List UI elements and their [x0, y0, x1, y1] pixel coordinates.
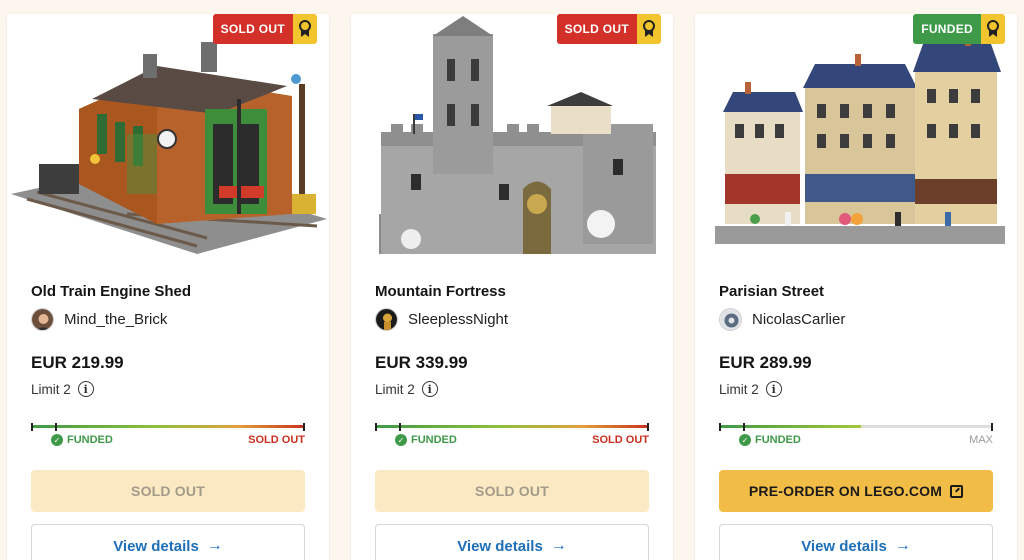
- creator[interactable]: SleeplessNight: [375, 308, 508, 331]
- limit-label: Limit 2: [375, 381, 415, 397]
- product-image[interactable]: [7, 14, 329, 259]
- product-card: SOLD OUT Mountain Fortress SleeplessNigh…: [351, 14, 673, 560]
- badge-label: SOLD OUT: [212, 14, 293, 44]
- progress-funded-tick: [55, 423, 57, 431]
- details-label: View details: [801, 537, 887, 555]
- action-label: PRE-ORDER ON LEGO.COM: [748, 483, 943, 499]
- progress-end-tick: [647, 423, 649, 431]
- sold-out-label: SOLD OUT: [248, 434, 305, 446]
- external-link-icon: [950, 484, 964, 498]
- sold-out-label: SOLD OUT: [592, 434, 649, 446]
- creator-name: SleeplessNight: [408, 311, 509, 328]
- price: EUR 289.99: [719, 353, 812, 372]
- view-details-button[interactable]: View details →: [31, 524, 305, 560]
- status-badge: SOLD OUT: [556, 14, 661, 44]
- status-badge: FUNDED: [913, 14, 1005, 44]
- details-label: View details: [113, 537, 199, 555]
- funding-progress-bar: [31, 423, 305, 431]
- creator-name: Mind_the_Brick: [64, 311, 168, 328]
- progress-labels: ✓ FUNDED SOLD OUT: [31, 434, 305, 448]
- funded-label: FUNDED: [755, 434, 801, 446]
- fortress-illustration: [379, 16, 656, 254]
- arrow-right-icon: →: [206, 537, 223, 554]
- funded-marker: ✓ FUNDED: [51, 434, 113, 446]
- product-image[interactable]: [351, 14, 673, 259]
- product-title[interactable]: Old Train Engine Shed: [31, 283, 191, 300]
- product-image[interactable]: [695, 14, 1017, 259]
- sold-out-button[interactable]: SOLD OUT: [31, 470, 305, 512]
- progress-funded-tick: [743, 423, 745, 431]
- avatar: [719, 308, 742, 331]
- product-title[interactable]: Mountain Fortress: [375, 283, 506, 300]
- progress-labels: ✓ FUNDED MAX: [719, 434, 993, 448]
- creator[interactable]: Mind_the_Brick: [31, 308, 167, 331]
- award-ribbon-icon: [637, 14, 661, 44]
- info-icon[interactable]: i: [77, 381, 94, 397]
- product-card: FUNDED Parisian Street NicolasCarlier EU…: [695, 14, 1017, 560]
- avatar: [31, 308, 54, 331]
- max-label: MAX: [969, 434, 993, 446]
- progress-labels: ✓ FUNDED SOLD OUT: [375, 434, 649, 448]
- price: EUR 219.99: [31, 353, 124, 372]
- funding-progress-bar: [375, 423, 649, 431]
- details-label: View details: [457, 537, 543, 555]
- badge-label: FUNDED: [913, 14, 981, 44]
- limit-label: Limit 2: [719, 381, 759, 397]
- limit: Limit 2 i: [31, 381, 94, 397]
- train-shed-illustration: [11, 42, 327, 254]
- progress-fill: [719, 425, 862, 428]
- funded-label: FUNDED: [67, 434, 113, 446]
- badge-label: SOLD OUT: [556, 14, 637, 44]
- funded-marker: ✓ FUNDED: [395, 434, 457, 446]
- check-circle-icon: ✓: [395, 434, 407, 446]
- progress-end-tick: [991, 423, 993, 431]
- product-grid: SOLD OUT Old Train Engine Shed Mind_the_…: [0, 0, 1024, 560]
- status-badge: SOLD OUT: [212, 14, 317, 44]
- funded-label: FUNDED: [411, 434, 457, 446]
- limit-label: Limit 2: [31, 381, 71, 397]
- info-icon[interactable]: i: [765, 381, 782, 397]
- product-title[interactable]: Parisian Street: [719, 283, 824, 300]
- progress-start-tick: [719, 423, 721, 431]
- creator-name: NicolasCarlier: [752, 311, 846, 328]
- award-ribbon-icon: [293, 14, 317, 44]
- progress-funded-tick: [399, 423, 401, 431]
- progress-start-tick: [31, 423, 33, 431]
- progress-start-tick: [375, 423, 377, 431]
- avatar: [375, 308, 398, 331]
- product-card: SOLD OUT Old Train Engine Shed Mind_the_…: [7, 14, 329, 560]
- arrow-right-icon: →: [894, 537, 911, 554]
- sold-out-button[interactable]: SOLD OUT: [375, 470, 649, 512]
- progress-fill: [375, 425, 649, 428]
- view-details-button[interactable]: View details →: [375, 524, 649, 560]
- action-label: SOLD OUT: [475, 483, 549, 499]
- arrow-right-icon: →: [550, 537, 567, 554]
- funding-progress-bar: [719, 423, 993, 431]
- view-details-button[interactable]: View details →: [719, 524, 993, 560]
- action-label: SOLD OUT: [131, 483, 205, 499]
- progress-end-tick: [303, 423, 305, 431]
- check-circle-icon: ✓: [51, 434, 63, 446]
- limit: Limit 2 i: [719, 381, 782, 397]
- funded-marker: ✓ FUNDED: [739, 434, 801, 446]
- creator[interactable]: NicolasCarlier: [719, 308, 845, 331]
- award-ribbon-icon: [981, 14, 1005, 44]
- price: EUR 339.99: [375, 353, 468, 372]
- check-circle-icon: ✓: [739, 434, 751, 446]
- limit: Limit 2 i: [375, 381, 438, 397]
- pre-order-button[interactable]: PRE-ORDER ON LEGO.COM: [719, 470, 993, 512]
- progress-fill: [31, 425, 305, 428]
- info-icon[interactable]: i: [421, 381, 438, 397]
- parisian-street-illustration: [715, 34, 1005, 244]
